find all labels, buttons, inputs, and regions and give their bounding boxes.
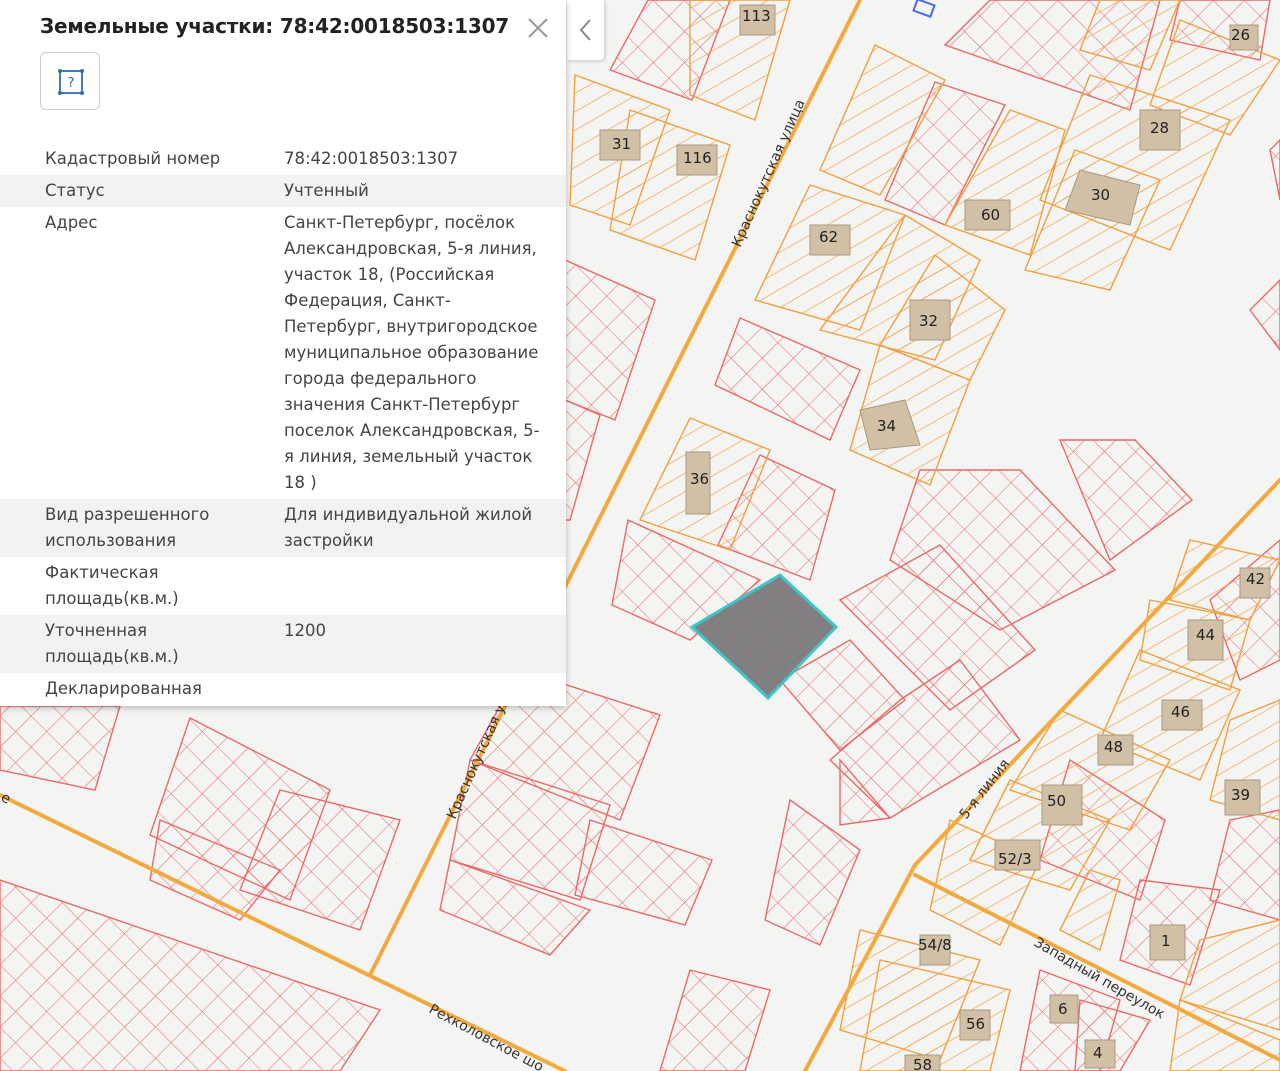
house-number: 113 (742, 7, 771, 25)
house-number: 62 (819, 228, 838, 246)
house-number: 39 (1231, 786, 1250, 804)
house-number: 56 (966, 1015, 985, 1033)
property-row: Декларированная (0, 673, 566, 705)
house-number: 60 (981, 206, 1000, 224)
property-row: Вид разрешенного использования Для индив… (0, 499, 566, 557)
house-number: 42 (1246, 570, 1265, 588)
parcel-square-icon: ? (58, 69, 84, 95)
info-panel: Земельные участки: 78:42:0018503:1307 ? … (0, 0, 566, 706)
house-number: 31 (612, 135, 631, 153)
property-row: Адрес Санкт-Петербург, посёлок Александр… (0, 207, 566, 499)
panel-title: Земельные участки: 78:42:0018503:1307 (40, 14, 510, 38)
house-number: 6 (1058, 1000, 1068, 1018)
house-number: 46 (1171, 703, 1190, 721)
property-label: Вид разрешенного использования (45, 505, 210, 550)
svg-text:?: ? (68, 76, 75, 91)
house-number: 116 (683, 149, 712, 167)
house-number: 50 (1047, 792, 1066, 810)
parcel-type-button[interactable]: ? (40, 52, 100, 110)
house-number: 34 (877, 417, 896, 435)
property-value: Для индивидуальной жилой застройки (284, 505, 533, 550)
house-number: 58 (913, 1056, 932, 1071)
property-row: Статус Учтенный (0, 175, 566, 207)
properties-table: Кадастровый номер 78:42:0018503:1307 Ста… (0, 143, 566, 705)
property-value: 78:42:0018503:1307 (284, 149, 459, 168)
house-number: 26 (1231, 26, 1250, 44)
house-number: 48 (1104, 738, 1123, 756)
property-row: Уточненная площадь(кв.м.) 1200 (0, 615, 566, 673)
property-label: Кадастровый номер (45, 149, 221, 168)
house-number: 1 (1161, 932, 1171, 950)
property-label: Уточненная площадь(кв.м.) (45, 621, 179, 666)
house-number: 36 (690, 470, 709, 488)
property-value (284, 560, 546, 612)
house-number: 28 (1150, 119, 1169, 137)
house-number: 54/8 (918, 936, 952, 954)
property-label: Статус (45, 181, 105, 200)
house-number: 30 (1091, 186, 1110, 204)
property-value (284, 676, 546, 702)
close-icon (528, 18, 548, 38)
property-value: Санкт-Петербург, посёлок Александровская… (284, 213, 540, 492)
property-label: Декларированная (45, 679, 202, 698)
chevron-left-icon (579, 19, 591, 41)
property-value: 1200 (284, 621, 326, 640)
house-number: 32 (919, 312, 938, 330)
property-row: Фактическая площадь(кв.м.) (0, 557, 566, 615)
property-label: Фактическая площадь(кв.м.) (45, 563, 179, 608)
house-number: 44 (1196, 626, 1215, 644)
property-row: Кадастровый номер 78:42:0018503:1307 (0, 143, 566, 175)
collapse-panel-button[interactable] (567, 0, 604, 60)
close-button[interactable] (524, 14, 552, 42)
property-label: Адрес (45, 213, 98, 232)
property-value: Учтенный (284, 181, 369, 200)
house-number: 52/3 (998, 850, 1032, 868)
house-number: 4 (1093, 1044, 1103, 1062)
